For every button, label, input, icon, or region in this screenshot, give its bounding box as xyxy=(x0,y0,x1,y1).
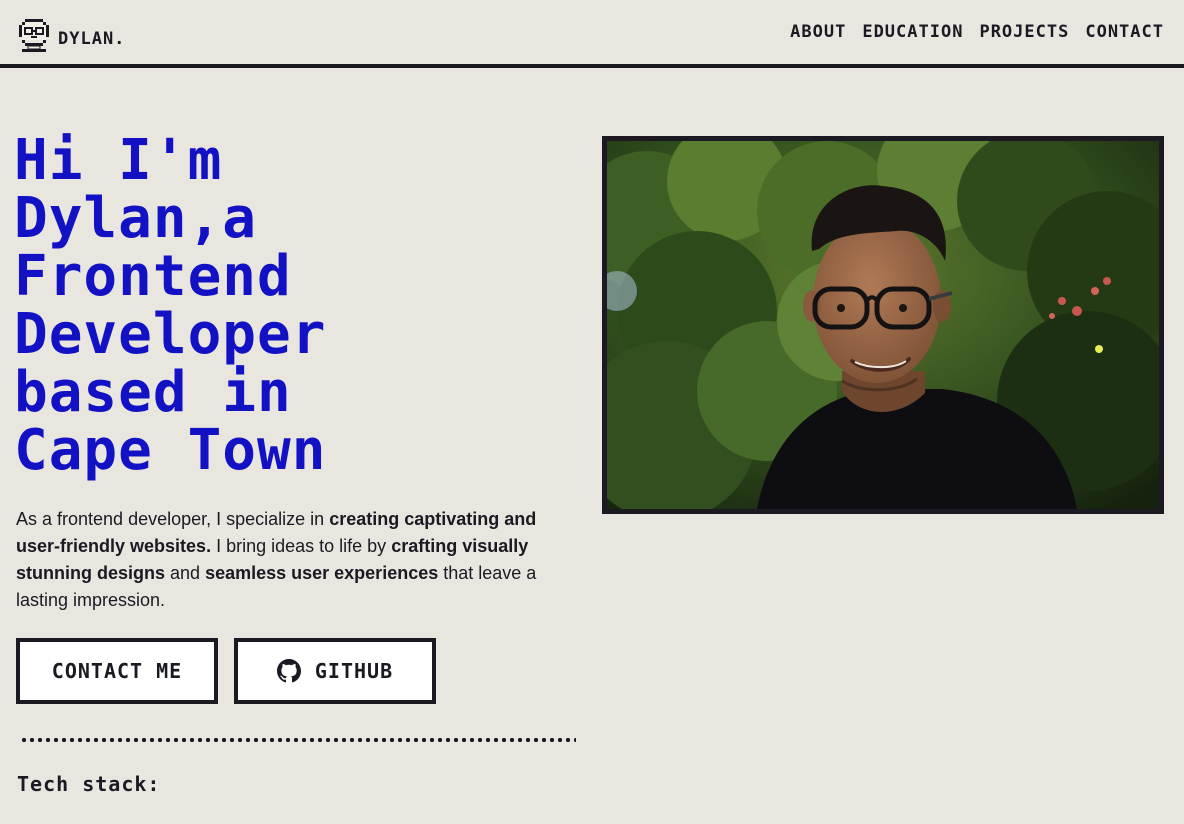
intro-highlight: seamless user experiences xyxy=(205,563,439,583)
contact-me-button[interactable]: CONTACT ME xyxy=(16,638,218,704)
intro-paragraph: As a frontend developer, I specialize in… xyxy=(16,506,576,614)
github-button[interactable]: GITHUB xyxy=(234,638,436,704)
hero-title-line: Frontend xyxy=(14,244,292,309)
portrait-illustration xyxy=(607,141,1159,509)
dotted-divider xyxy=(20,737,576,743)
site-header: DYLAN. ABOUT EDUCATION PROJECTS CONTACT xyxy=(0,0,1184,68)
hero-title-line: Cape Town xyxy=(14,418,327,483)
hero-title-line: Dylan,a xyxy=(14,186,258,251)
nav-about[interactable]: ABOUT xyxy=(790,22,846,42)
nav-projects[interactable]: PROJECTS xyxy=(979,22,1069,42)
logo-text: DYLAN. xyxy=(58,29,126,49)
hero-title-line: Developer xyxy=(14,302,327,367)
pixel-avatar-icon xyxy=(19,19,49,52)
intro-text: I bring ideas to life by xyxy=(211,536,392,556)
hero-title: Hi I'm Dylan,a Frontend Developer based … xyxy=(14,132,594,480)
contact-me-label: CONTACT ME xyxy=(51,659,183,683)
hero-title-line: based in xyxy=(14,360,292,425)
nav-education[interactable]: EDUCATION xyxy=(862,22,963,42)
profile-photo xyxy=(602,136,1164,514)
tech-stack-heading: Tech stack: xyxy=(17,772,161,796)
nav-contact[interactable]: CONTACT xyxy=(1085,22,1164,42)
hero-title-line: Hi I'm xyxy=(14,128,223,193)
github-icon xyxy=(276,659,301,683)
github-label: GITHUB xyxy=(314,659,394,683)
intro-text: As a frontend developer, I specialize in xyxy=(16,509,330,529)
logo[interactable]: DYLAN. xyxy=(16,16,125,52)
main-nav: ABOUT EDUCATION PROJECTS CONTACT xyxy=(790,22,1164,42)
intro-text: and xyxy=(165,563,206,583)
